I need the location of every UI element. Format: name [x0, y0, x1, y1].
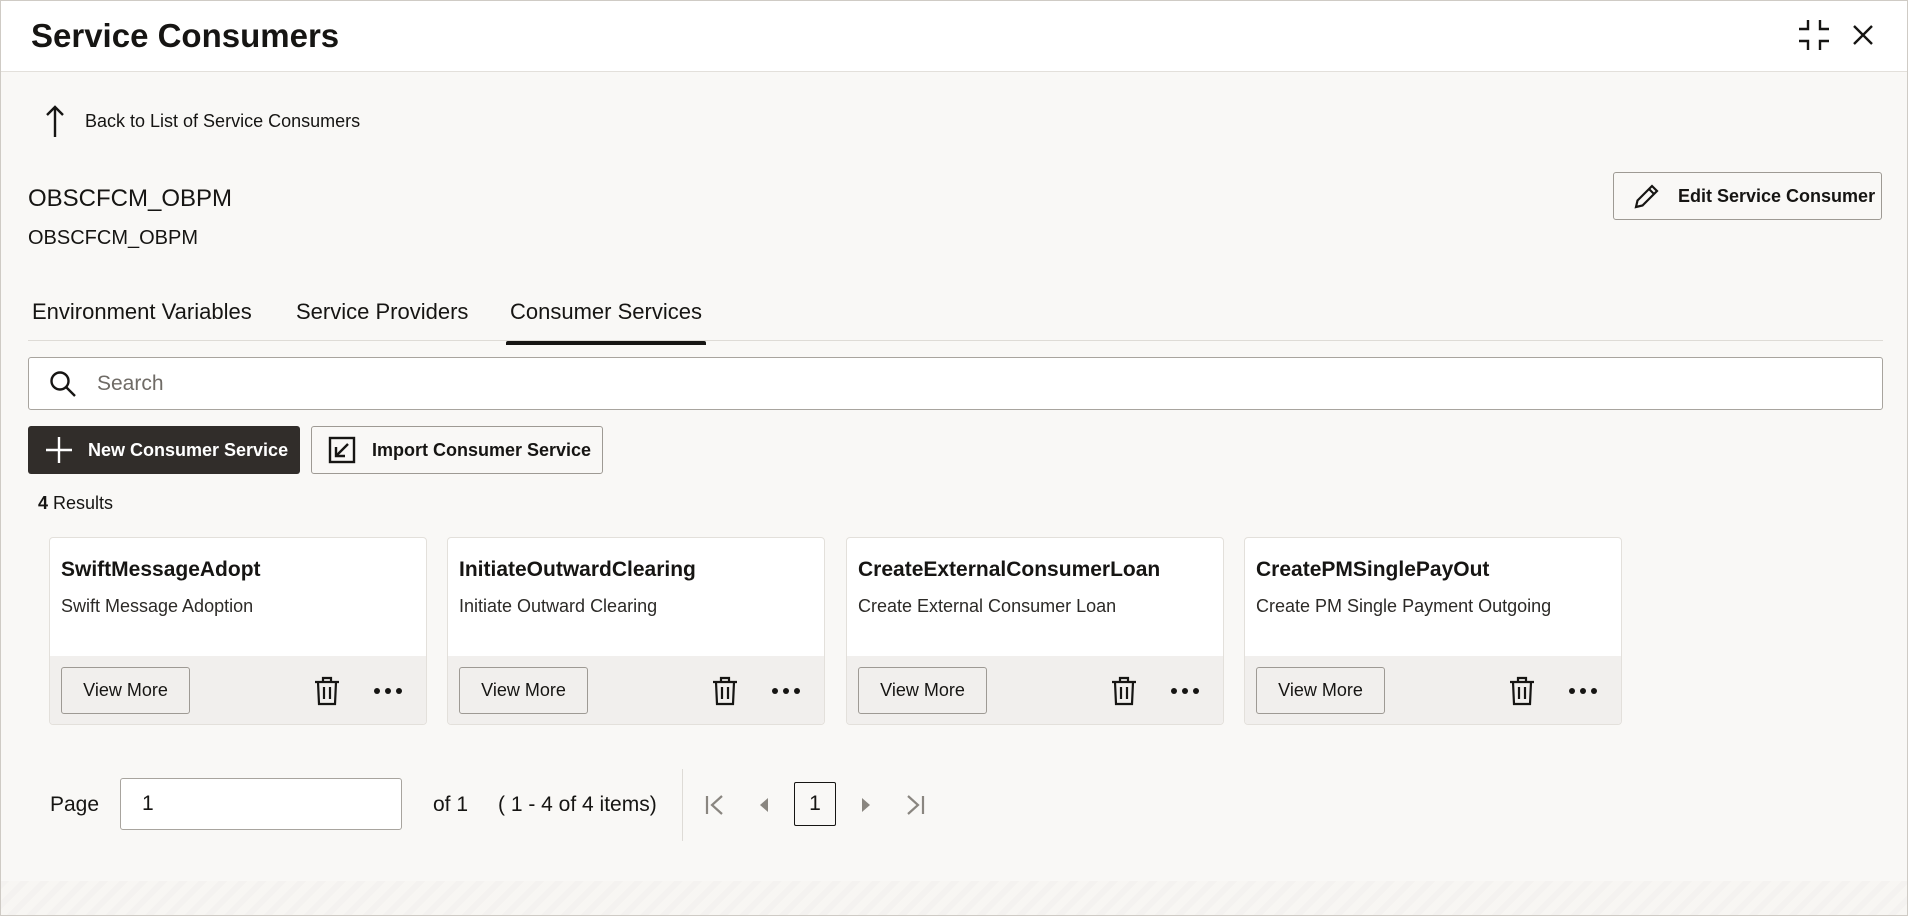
- card-description: Create PM Single Payment Outgoing: [1256, 596, 1552, 616]
- items-range-label: ( 1 - 4 of 4 items): [498, 793, 657, 816]
- service-card: CreateExternalConsumerLoan Create Extern…: [846, 537, 1224, 725]
- service-consumers-dialog: Service Consumers Back to List of Servic…: [0, 0, 1908, 916]
- consumer-description: OBSCFCM_OBPM: [28, 227, 199, 249]
- back-link-label: Back to List of Service Consumers: [85, 110, 361, 131]
- page-label: Page: [50, 793, 100, 816]
- search-box: [28, 357, 1883, 410]
- tab-service-providers[interactable]: Service Providers: [296, 299, 468, 325]
- decorative-footer-pattern: [1, 881, 1907, 915]
- card-title: SwiftMessageAdopt: [61, 558, 261, 581]
- import-icon: [328, 436, 356, 464]
- page-number-input[interactable]: [120, 778, 402, 830]
- dialog-header: Service Consumers: [1, 1, 1907, 72]
- last-page-icon[interactable]: [901, 791, 929, 819]
- more-options-icon[interactable]: [1563, 674, 1603, 708]
- new-consumer-service-button[interactable]: New Consumer Service: [28, 426, 300, 474]
- trash-icon[interactable]: [1507, 674, 1537, 708]
- card-description: Initiate Outward Clearing: [459, 596, 658, 616]
- service-card: InitiateOutwardClearing Initiate Outward…: [447, 537, 825, 725]
- card-title: InitiateOutwardClearing: [459, 558, 696, 581]
- card-footer: View More: [50, 656, 426, 724]
- more-options-icon[interactable]: [1165, 674, 1205, 708]
- new-button-label: New Consumer Service: [88, 439, 289, 460]
- current-page-button[interactable]: 1: [794, 782, 836, 826]
- edit-button-label: Edit Service Consumer: [1678, 185, 1876, 206]
- tab-consumer-services[interactable]: Consumer Services: [506, 299, 706, 345]
- card-description: Swift Message Adoption: [61, 596, 254, 616]
- trash-icon[interactable]: [1109, 674, 1139, 708]
- collapse-icon[interactable]: [1794, 15, 1834, 55]
- view-more-button[interactable]: View More: [858, 667, 987, 714]
- back-to-list-link[interactable]: Back to List of Service Consumers: [43, 101, 360, 141]
- view-more-button[interactable]: View More: [61, 667, 190, 714]
- more-options-icon[interactable]: [766, 674, 806, 708]
- card-footer: View More: [1245, 656, 1621, 724]
- tab-bar: Environment Variables Service Providers …: [28, 291, 1883, 345]
- arrow-up-icon: [46, 105, 64, 137]
- next-page-icon[interactable]: [852, 791, 880, 819]
- more-options-icon[interactable]: [368, 674, 408, 708]
- import-button-label: Import Consumer Service: [372, 439, 592, 460]
- search-input[interactable]: [97, 371, 1797, 396]
- page-total-label: of 1: [433, 793, 469, 816]
- results-label: Results: [53, 493, 114, 513]
- results-count: 4 Results: [38, 493, 113, 514]
- close-icon[interactable]: [1843, 15, 1883, 55]
- plus-icon: [46, 437, 72, 463]
- consumer-name: OBSCFCM_OBPM: [28, 185, 233, 212]
- card-footer: View More: [847, 656, 1223, 724]
- card-description: Create External Consumer Loan: [858, 596, 1117, 616]
- service-card: CreatePMSinglePayOut Create PM Single Pa…: [1244, 537, 1622, 725]
- tab-environment-variables[interactable]: Environment Variables: [32, 299, 252, 325]
- card-footer: View More: [448, 656, 824, 724]
- dialog-title: Service Consumers: [31, 17, 340, 54]
- view-more-button[interactable]: View More: [1256, 667, 1385, 714]
- pager-divider: [682, 769, 683, 841]
- search-icon: [50, 370, 76, 397]
- edit-service-consumer-button[interactable]: Edit Service Consumer: [1613, 172, 1882, 220]
- first-page-icon[interactable]: [701, 791, 729, 819]
- pagination: Page of 1 ( 1 - 4 of 4 items) 1: [50, 769, 950, 841]
- trash-icon[interactable]: [710, 674, 740, 708]
- service-card: SwiftMessageAdopt Swift Message Adoption…: [49, 537, 427, 725]
- view-more-button[interactable]: View More: [459, 667, 588, 714]
- import-consumer-service-button[interactable]: Import Consumer Service: [311, 426, 603, 474]
- trash-icon[interactable]: [312, 674, 342, 708]
- pencil-icon: [1634, 184, 1659, 209]
- card-title: CreatePMSinglePayOut: [1256, 558, 1490, 581]
- results-number: 4: [38, 493, 49, 513]
- previous-page-icon[interactable]: [750, 791, 778, 819]
- card-title: CreateExternalConsumerLoan: [858, 558, 1161, 581]
